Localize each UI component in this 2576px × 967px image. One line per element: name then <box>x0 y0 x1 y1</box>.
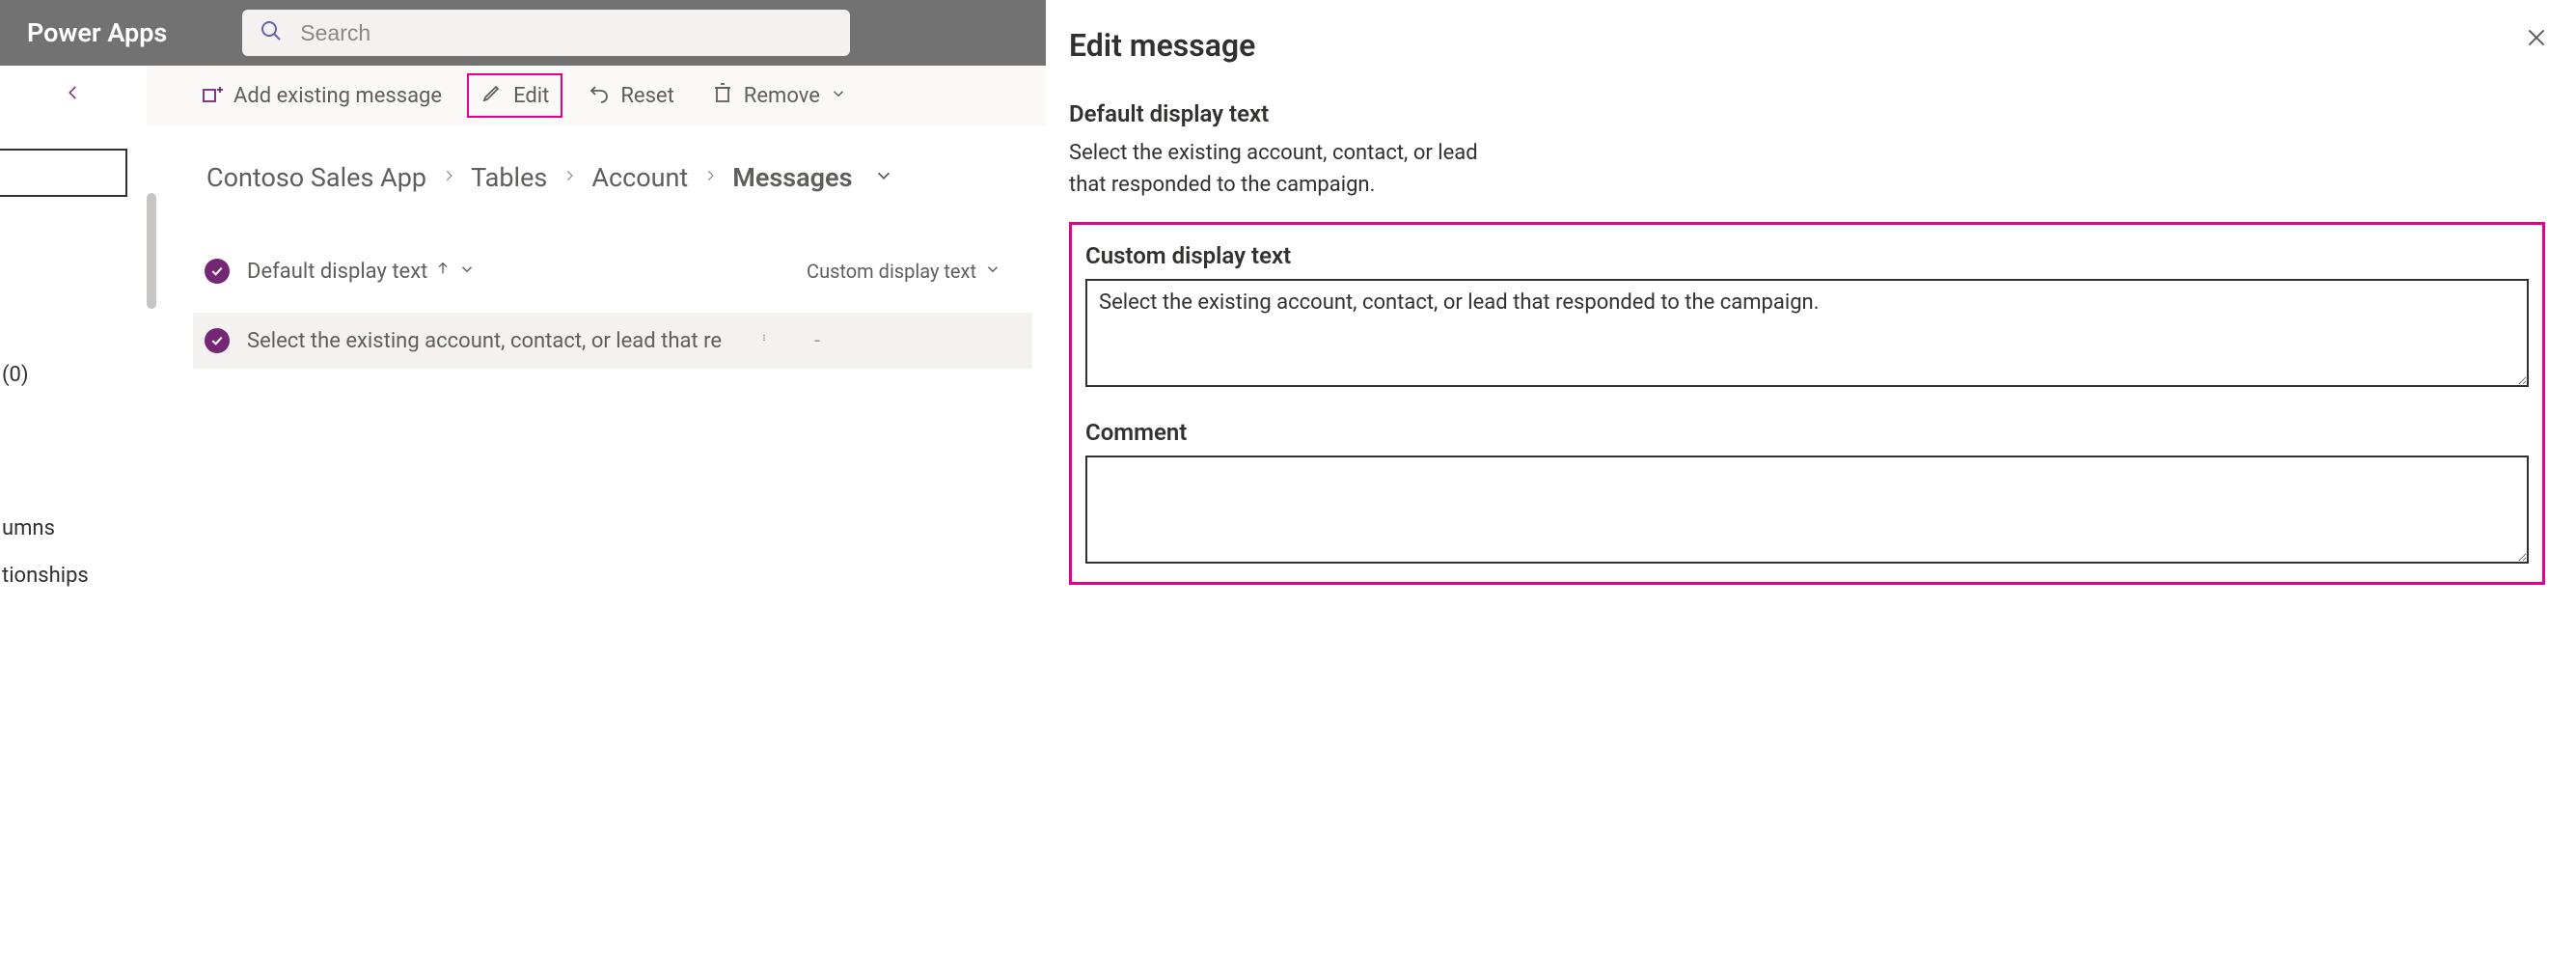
edit-message-panel: Edit message Default display text Select… <box>1046 0 2576 967</box>
pencil-icon <box>480 81 504 110</box>
highlighted-edit-region: Custom display text Comment <box>1069 222 2545 585</box>
default-display-text-value: Select the existing account, contact, or… <box>1069 137 1513 201</box>
row-custom-text: - <box>814 329 820 353</box>
chevron-down-icon <box>458 260 476 284</box>
row-more-menu[interactable] <box>760 326 768 355</box>
undo-icon <box>588 81 611 110</box>
search-input[interactable] <box>298 19 833 47</box>
trash-icon <box>711 81 734 110</box>
comment-label: Comment <box>1085 419 2529 446</box>
back-button[interactable] <box>0 66 147 120</box>
column-custom-display-text[interactable]: Custom display text <box>807 260 1021 283</box>
remove-button[interactable]: Remove <box>699 75 859 116</box>
sidebar-search-input[interactable] <box>0 149 127 197</box>
chevron-down-icon <box>830 84 847 108</box>
sidebar-item-columns[interactable]: umns <box>0 505 147 552</box>
column-default-display-text[interactable]: Default display text <box>247 259 476 284</box>
comment-input[interactable] <box>1085 456 2529 564</box>
chevron-down-icon <box>984 260 1001 283</box>
close-button[interactable] <box>2524 25 2549 55</box>
column-label: Custom display text <box>807 260 976 283</box>
crumb-tables[interactable]: Tables <box>471 162 547 193</box>
reset-button[interactable]: Reset <box>576 75 685 116</box>
column-label: Default display text <box>247 260 427 284</box>
search-icon <box>260 19 283 47</box>
breadcrumb: Contoso Sales App Tables Account Message… <box>193 162 1032 193</box>
chevron-right-icon <box>562 162 576 193</box>
panel-title: Edit message <box>1069 27 2545 64</box>
table-header: Default display text Custom display text <box>193 251 1032 291</box>
sidebar-item-relationships[interactable]: tionships <box>0 552 147 599</box>
edit-button[interactable]: Edit <box>467 73 562 118</box>
edit-label: Edit <box>513 84 549 108</box>
crumb-app[interactable]: Contoso Sales App <box>206 162 426 193</box>
search-box[interactable] <box>242 10 850 56</box>
left-sidebar: (0) umns tionships <box>0 66 147 967</box>
chevron-right-icon <box>442 162 455 193</box>
table-row[interactable]: Select the existing account, contact, or… <box>193 313 1032 369</box>
chevron-down-icon[interactable] <box>873 162 894 193</box>
brand-label: Power Apps <box>27 17 167 48</box>
custom-display-text-label: Custom display text <box>1085 242 2529 269</box>
scrollbar[interactable] <box>147 193 156 309</box>
content-area: Contoso Sales App Tables Account Message… <box>193 162 1032 369</box>
add-existing-message-button[interactable]: Add existing message <box>189 78 453 114</box>
remove-label: Remove <box>744 84 820 108</box>
reset-label: Reset <box>620 84 673 108</box>
custom-display-text-input[interactable] <box>1085 279 2529 387</box>
sort-asc-icon <box>435 259 451 284</box>
sidebar-count: (0) <box>0 351 147 399</box>
chevron-right-icon <box>703 162 717 193</box>
crumb-account[interactable]: Account <box>591 162 688 193</box>
select-all-checkbox[interactable] <box>205 259 230 284</box>
row-default-text: Select the existing account, contact, or… <box>247 329 729 353</box>
add-existing-label: Add existing message <box>233 84 442 108</box>
row-checkbox[interactable] <box>205 328 230 353</box>
crumb-messages[interactable]: Messages <box>732 162 852 193</box>
default-display-text-label: Default display text <box>1069 100 2545 127</box>
